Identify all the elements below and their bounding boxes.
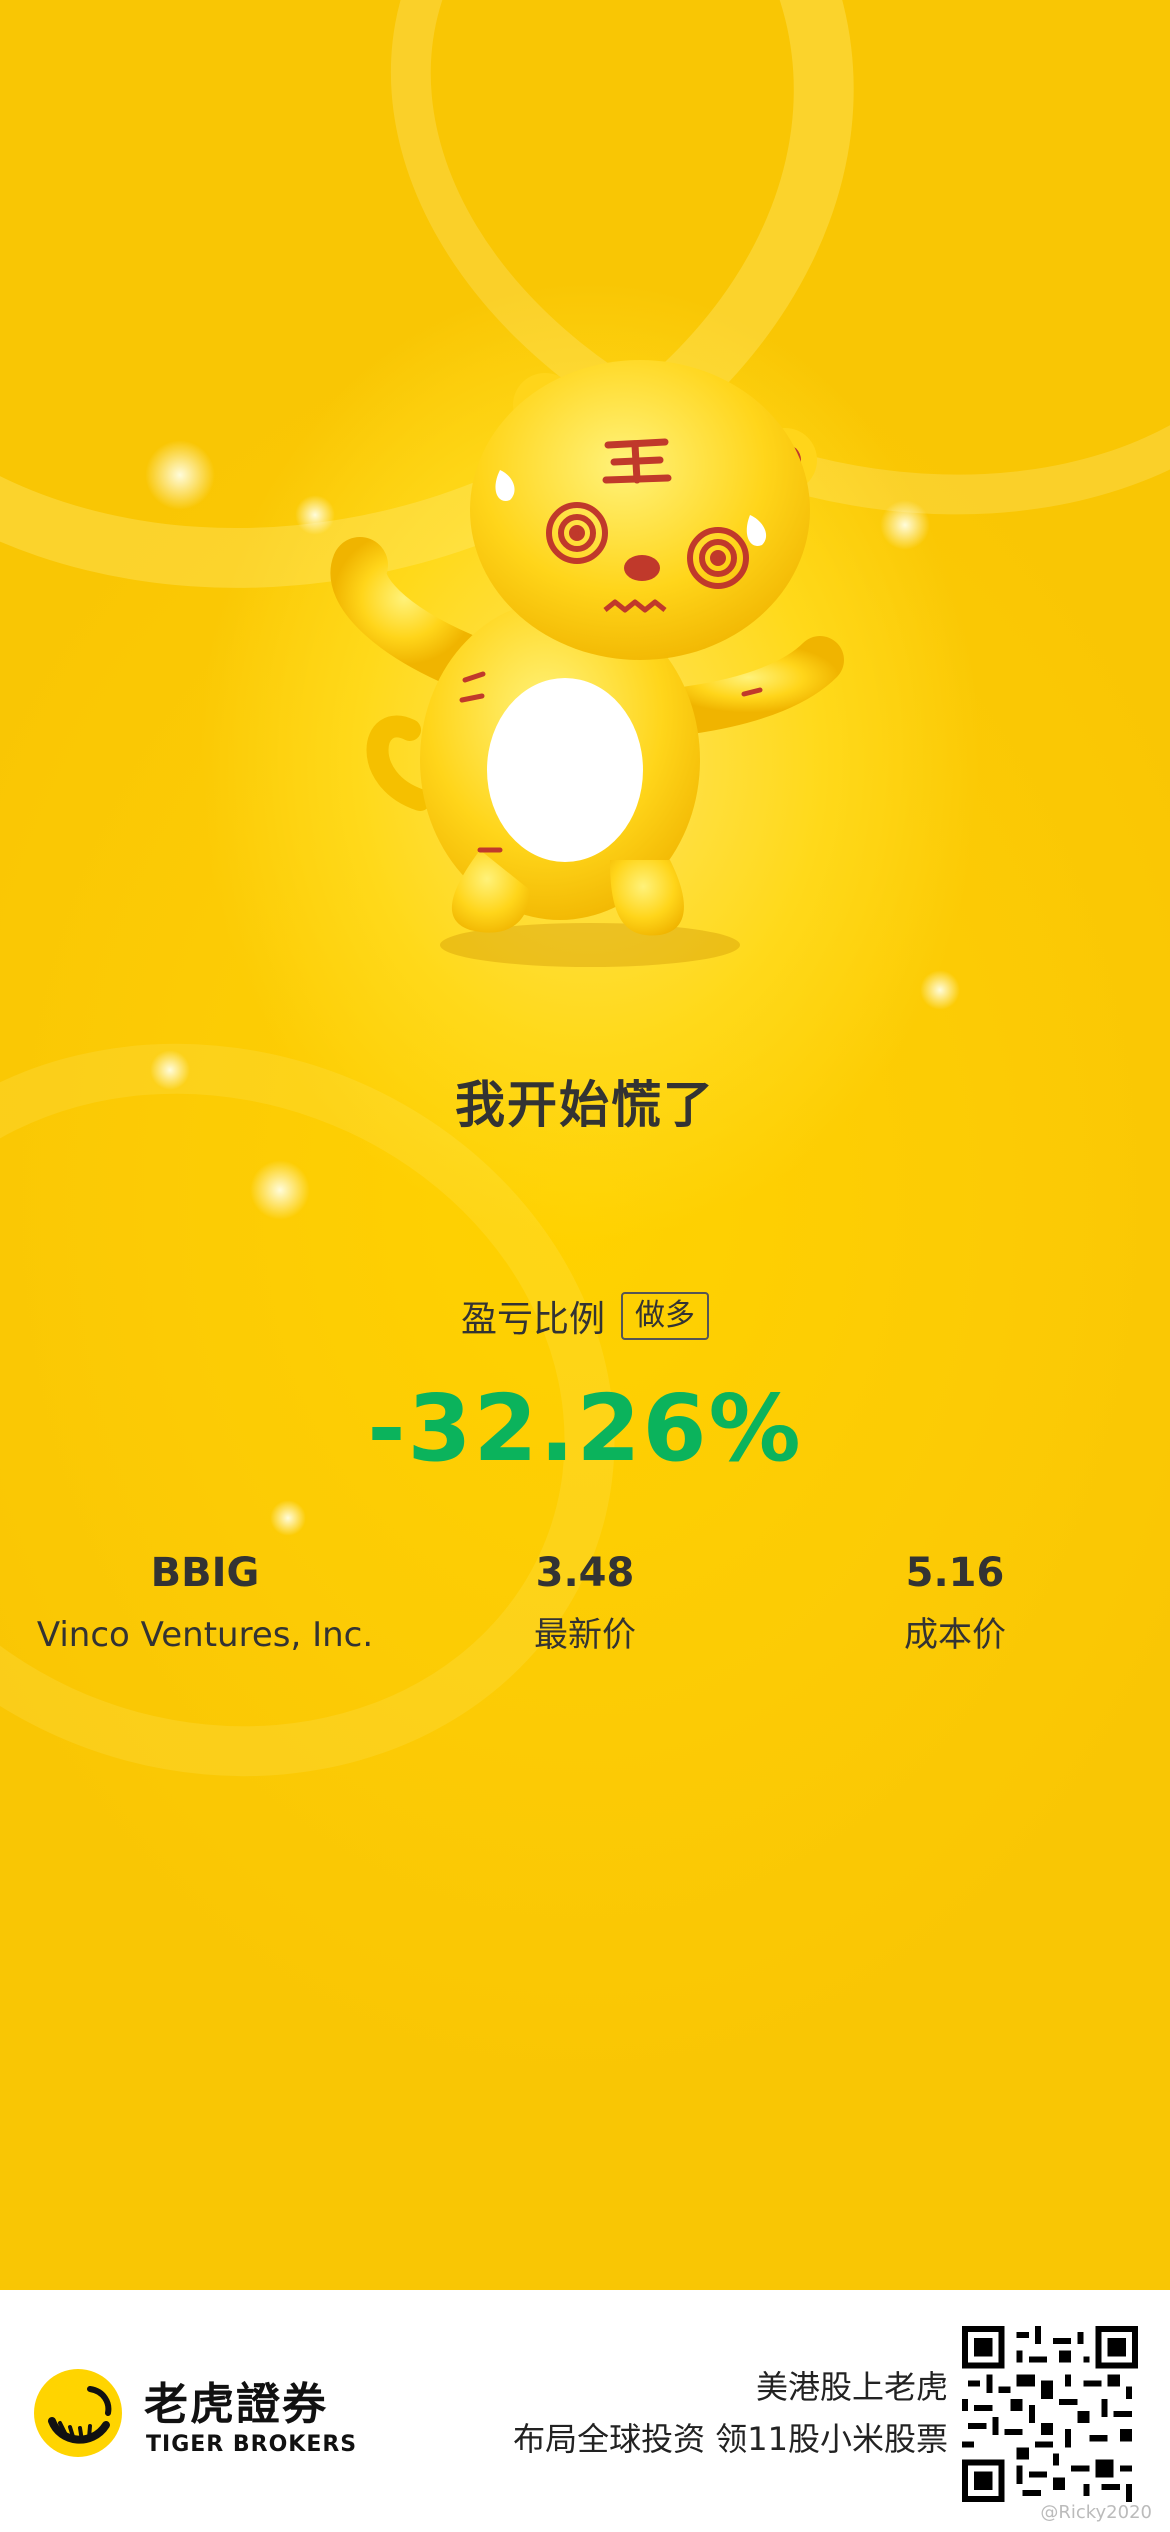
brand-name-cn: 老虎證券 xyxy=(144,2379,328,2430)
pl-ratio-row: 盈亏比例 做多 xyxy=(0,1290,1170,1342)
pl-ratio-label: 盈亏比例 xyxy=(460,1299,605,1340)
mood-text: 我开始慌了 xyxy=(455,1076,715,1134)
qr-code-icon xyxy=(962,2326,1138,2502)
tiger-brokers-logo-icon xyxy=(34,2369,122,2457)
last-price-info: 3.48 最新价 xyxy=(390,1545,780,1663)
sparkle xyxy=(920,970,960,1010)
sparkle xyxy=(295,495,335,535)
stock-symbol: BBIG xyxy=(150,1550,260,1596)
last-price-value: 3.48 xyxy=(535,1550,635,1596)
sparkle xyxy=(880,500,930,550)
last-price-label: 最新价 xyxy=(534,1615,636,1655)
cost-price-value: 5.16 xyxy=(905,1550,1005,1596)
promo-line-1: 美港股上老虎 xyxy=(755,2368,948,2406)
promo-line-2: 布局全球投资 领11股小米股票 xyxy=(513,2420,948,2458)
company-name: Vinco Ventures, Inc. xyxy=(36,1615,374,1655)
dizzy-tiger-mascot xyxy=(330,360,844,967)
watermark-text: @Ricky2020 xyxy=(1040,2502,1152,2523)
brand-name-en: TIGER BROKERS xyxy=(146,2432,358,2457)
cost-price-label: 成本价 xyxy=(904,1615,1006,1655)
footer-banner: 老虎證券 TIGER BROKERS 美港股上老虎 布局全球投资 领11股小米股… xyxy=(0,2290,1170,2532)
share-poster: 我开始慌了 盈亏比例 做多 -32.26% BBIG Vinco Venture… xyxy=(0,0,1170,2290)
sparkle xyxy=(250,1160,310,1220)
sparkle xyxy=(145,440,215,510)
sparkle xyxy=(270,1500,306,1536)
pl-ratio-value: -32.26% xyxy=(367,1375,803,1482)
stock-info: BBIG Vinco Ventures, Inc. xyxy=(10,1545,400,1663)
position-direction-badge: 做多 xyxy=(621,1292,709,1340)
cost-price-info: 5.16 成本价 xyxy=(760,1545,1150,1663)
